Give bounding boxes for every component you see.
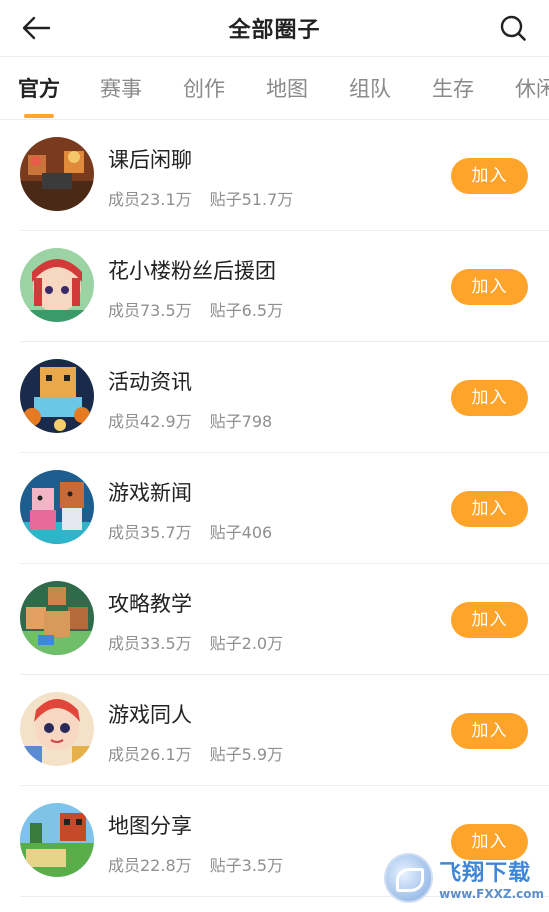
top-bar: 全部圈子 — [0, 0, 549, 57]
join-button[interactable]: 加入 — [451, 158, 528, 194]
circle-stats: 成员22.8万 贴子3.5万 — [108, 852, 283, 876]
circle-item[interactable]: 活动资讯 成员42.9万 贴子798 加入 — [20, 342, 549, 453]
circle-stats: 成员26.1万 贴子5.9万 — [108, 741, 283, 765]
search-button[interactable] — [495, 10, 531, 46]
circle-stats: 成员73.5万 贴子6.5万 — [108, 297, 283, 321]
circle-name: 游戏同人 — [108, 703, 192, 727]
member-count: 成员26.1万 — [108, 745, 192, 764]
post-count: 贴子3.5万 — [209, 856, 284, 875]
join-button[interactable]: 加入 — [451, 269, 528, 305]
circle-avatar — [20, 470, 94, 544]
circle-name: 攻略教学 — [108, 592, 192, 616]
tab-maps[interactable]: 地图 — [266, 73, 308, 113]
join-button[interactable]: 加入 — [451, 602, 528, 638]
circle-stats: 成员33.5万 贴子2.0万 — [108, 630, 283, 654]
post-count: 贴子406 — [209, 523, 273, 542]
member-count: 成员73.5万 — [108, 301, 192, 320]
member-count: 成员23.1万 — [108, 190, 192, 209]
watermark-logo-icon — [384, 853, 434, 903]
watermark-url: www.FXXZ.com — [439, 887, 544, 901]
circle-item[interactable]: 攻略教学 成员33.5万 贴子2.0万 加入 — [20, 564, 549, 675]
tab-casual[interactable]: 休闲 — [515, 73, 549, 113]
tab-team[interactable]: 组队 — [349, 73, 391, 113]
tab-survival[interactable]: 生存 — [432, 73, 474, 113]
circle-item[interactable]: 花小楼粉丝后援团 成员73.5万 贴子6.5万 加入 — [20, 231, 549, 342]
circle-stats: 成员35.7万 贴子406 — [108, 519, 272, 543]
tab-creation[interactable]: 创作 — [183, 73, 225, 113]
circle-stats: 成员23.1万 贴子51.7万 — [108, 186, 293, 210]
circle-list: 课后闲聊 成员23.1万 贴子51.7万 加入 花小楼粉丝后援团 成员73.5万贴… — [0, 120, 549, 897]
search-icon — [500, 15, 526, 41]
circle-avatar — [20, 581, 94, 655]
circle-avatar — [20, 359, 94, 433]
member-count: 成员35.7万 — [108, 523, 192, 542]
circle-name: 活动资讯 — [108, 370, 192, 394]
join-button[interactable]: 加入 — [451, 491, 528, 527]
circle-name: 游戏新闻 — [108, 481, 192, 505]
member-count: 成员22.8万 — [108, 856, 192, 875]
circle-avatar — [20, 137, 94, 211]
circle-item[interactable]: 游戏同人 成员26.1万 贴子5.9万 加入 — [20, 675, 549, 786]
post-count: 贴子2.0万 — [209, 634, 284, 653]
category-tabs: 官方 赛事 创作 地图 组队 生存 休闲 — [0, 57, 549, 120]
member-count: 成员33.5万 — [108, 634, 192, 653]
join-button[interactable]: 加入 — [451, 380, 528, 416]
circle-avatar — [20, 803, 94, 877]
post-count: 贴子798 — [209, 412, 273, 431]
site-watermark: 飞翔下载 www.FXXZ.com — [384, 852, 544, 904]
circle-stats: 成员42.9万 贴子798 — [108, 408, 272, 432]
circle-avatar — [20, 692, 94, 766]
active-tab-indicator — [24, 114, 54, 118]
join-button[interactable]: 加入 — [451, 713, 528, 749]
watermark-text: 飞翔下载 — [439, 861, 532, 886]
tab-events[interactable]: 赛事 — [100, 73, 142, 113]
page-title: 全部圈子 — [228, 18, 321, 43]
circle-avatar — [20, 248, 94, 322]
circle-name: 课后闲聊 — [108, 148, 192, 172]
circle-item[interactable]: 游戏新闻 成员35.7万 贴子406 加入 — [20, 453, 549, 564]
tab-official[interactable]: 官方 — [18, 73, 60, 113]
post-count: 贴子51.7万 — [209, 190, 294, 209]
post-count: 贴子6.5万 — [209, 301, 284, 320]
post-count: 贴子5.9万 — [209, 745, 284, 764]
circle-name: 地图分享 — [108, 814, 192, 838]
watermark-text-group: 飞翔下载 www.FXXZ.com — [439, 855, 544, 901]
circle-name: 花小楼粉丝后援团 — [108, 259, 276, 283]
circle-item[interactable]: 课后闲聊 成员23.1万 贴子51.7万 加入 — [20, 120, 549, 231]
member-count: 成员42.9万 — [108, 412, 192, 431]
